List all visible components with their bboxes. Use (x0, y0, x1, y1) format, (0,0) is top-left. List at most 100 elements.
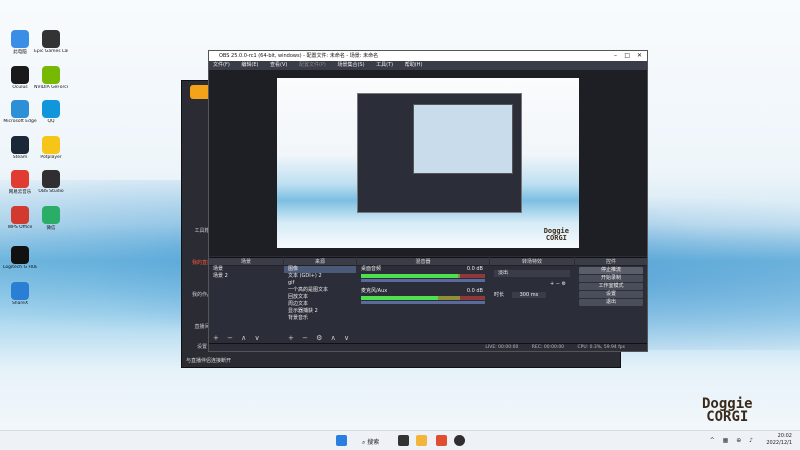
menu-edit[interactable]: 编辑(E) (241, 62, 258, 68)
taskbar: ⌕ 搜索 ^ ▦ ⊕ ♪ 20:02 2022/12/1 (0, 430, 800, 450)
meter-fill (361, 274, 458, 278)
sources-header: 来源 (284, 258, 356, 266)
maximize-icon[interactable]: □ (624, 51, 630, 61)
desktop-icon[interactable]: Potplayer (34, 136, 68, 166)
desktop-icon[interactable]: Steam (3, 136, 37, 166)
controls-header: 控件 (575, 258, 647, 266)
volume-slider[interactable] (361, 301, 485, 304)
desktop-icon[interactable]: Microsoft Edge (3, 100, 37, 130)
minimize-icon[interactable]: – (614, 51, 617, 61)
track-name: 桌面音频 0.0 dB (361, 266, 483, 272)
sources-toolbar[interactable]: + − ⚙ ∧ ∨ (288, 334, 352, 342)
duration-row: 时长 300 ms (490, 292, 574, 299)
file-explorer-icon[interactable] (416, 435, 427, 446)
exit-button[interactable]: 退出 (579, 299, 643, 306)
track-db: 0.0 dB (466, 288, 483, 294)
desktop-icon[interactable]: 网易云音乐 (3, 170, 37, 200)
scenes-toolbar[interactable]: + − ∧ ∨ (213, 334, 263, 342)
system-tray[interactable]: ^ ▦ ⊕ ♪ (710, 437, 756, 444)
desktop-icon[interactable]: Logitech G HUB (3, 246, 37, 276)
app-icon (42, 136, 60, 154)
desktop-icon[interactable]: OBS Studio (34, 170, 68, 200)
app-icon (11, 206, 29, 224)
preview-watermark: Doggie CORGI (543, 227, 569, 242)
transitions-dock: 转场特效 淡出 + − ⚙ 时长 300 ms (490, 257, 574, 345)
desktop-icon-label: 网易云音乐 (8, 190, 32, 195)
source-item[interactable]: 周边文本 (284, 301, 356, 308)
controls-dock: 控件 停止推流 开始录制 工作室模式 设置 退出 (575, 257, 647, 345)
desktop-icon[interactable]: Oculus (3, 66, 37, 96)
desktop-icon-label: Epic Games Launcher (34, 49, 68, 54)
obs-titlebar[interactable]: OBS 25.0.0-rc1 (64-bit, windows) - 配置文件:… (209, 51, 647, 61)
desktop-icon-label: Oculus (12, 85, 28, 90)
start-recording-button[interactable]: 开始录制 (579, 275, 643, 282)
desktop-icon[interactable]: 此电脑 (3, 30, 37, 60)
clock[interactable]: 20:02 2022/12/1 (766, 433, 792, 447)
desktop-icon[interactable]: QQ (34, 100, 68, 130)
cpu-fps: CPU: 0.3%, 59.94 fps (577, 345, 626, 350)
rec-timer: REC: 00:00:00 (531, 345, 565, 350)
menu-file[interactable]: 文件(F) (213, 62, 230, 68)
source-item[interactable]: 文本 (GDI+) 2 (284, 273, 356, 280)
source-item[interactable]: 图像 (284, 266, 356, 273)
desktop-icon-label: Microsoft Edge (3, 119, 37, 124)
app-icon (42, 66, 60, 84)
nested-obs-capture (357, 93, 522, 213)
preview-area[interactable]: Doggie CORGI (209, 70, 647, 256)
menu-view[interactable]: 查看(V) (270, 62, 287, 68)
desktop-icon-label: NVIDIA GeForce Experience (34, 85, 68, 90)
source-item[interactable]: 回放文本 (284, 294, 356, 301)
desktop-icon[interactable]: Epic Games Launcher (34, 30, 68, 60)
mixer-dock: 混音器 桌面音频 0.0 dB 麦克风/Aux 0.0 dB (357, 257, 489, 345)
desktop-icon-label: Steam (12, 155, 28, 160)
mixer-header: 混音器 (357, 258, 489, 266)
desktop-icon[interactable]: ShareX (3, 282, 37, 312)
menu-profile[interactable]: 配置文件(P) (299, 62, 326, 68)
transition-add-remove[interactable]: + − ⚙ (490, 281, 574, 288)
app-icon (42, 100, 60, 118)
desktop-icon[interactable]: NVIDIA GeForce Experience (34, 66, 68, 96)
app-icon[interactable] (436, 435, 447, 446)
menu-help[interactable]: 帮助(H) (405, 62, 423, 68)
app-icon (42, 170, 60, 188)
menu-bar: 文件(F) 编辑(E) 查看(V) 配置文件(P) 场景集合(S) 工具(T) … (209, 61, 647, 70)
source-item[interactable]: 显示器捕获 2 (284, 308, 356, 315)
transition-select[interactable]: 淡出 (494, 270, 570, 277)
close-icon[interactable]: ✕ (637, 51, 642, 61)
desktop-icon-label: Logitech G HUB (3, 265, 37, 270)
app-icon (11, 170, 29, 188)
transitions-header: 转场特效 (490, 258, 574, 266)
task-view-icon[interactable] (398, 435, 409, 446)
settings-button[interactable]: 设置 (579, 291, 643, 298)
duration-input[interactable]: 300 ms (511, 292, 547, 298)
volume-slider[interactable] (361, 279, 485, 282)
obs-taskbar-icon[interactable] (454, 435, 465, 446)
desktop-icon-label: OBS Studio (38, 189, 64, 194)
status-bar: LIVE: 00:00:00 REC: 00:00:00 CPU: 0.3%, … (209, 343, 647, 351)
obs-window[interactable]: OBS 25.0.0-rc1 (64-bit, windows) - 配置文件:… (208, 50, 648, 352)
app-icon (42, 30, 60, 48)
audio-meter (361, 274, 485, 278)
source-item[interactable]: 一个高的是图文本 (284, 287, 356, 294)
duration-label: 时长 (494, 292, 505, 298)
stop-streaming-button[interactable]: 停止推流 (579, 267, 643, 274)
scene-item[interactable]: 场景 2 (209, 273, 283, 280)
desktop-icon[interactable]: WPS Office (3, 206, 37, 236)
studio-mode-button[interactable]: 工作室模式 (579, 283, 643, 290)
meter-fill (361, 296, 438, 300)
source-item[interactable]: 背景音乐 (284, 315, 356, 322)
desktop-icon[interactable]: 微信 (34, 206, 68, 236)
app-icon (11, 30, 29, 48)
menu-scene-collection[interactable]: 场景集合(S) (337, 62, 364, 68)
desktop-icon-label: 微信 (46, 226, 56, 231)
source-item[interactable]: gif (284, 280, 356, 287)
preview-canvas[interactable]: Doggie CORGI (277, 78, 579, 248)
desktop-icon-label: QQ (47, 119, 55, 124)
app-icon (42, 206, 60, 224)
app-icon (11, 282, 29, 300)
start-icon[interactable] (336, 435, 347, 446)
search-button[interactable]: ⌕ 搜索 (362, 437, 379, 447)
scene-item[interactable]: 场景 (209, 266, 283, 273)
menu-tools[interactable]: 工具(T) (376, 62, 393, 68)
wallpaper-watermark: Doggie CORGI (702, 396, 753, 425)
